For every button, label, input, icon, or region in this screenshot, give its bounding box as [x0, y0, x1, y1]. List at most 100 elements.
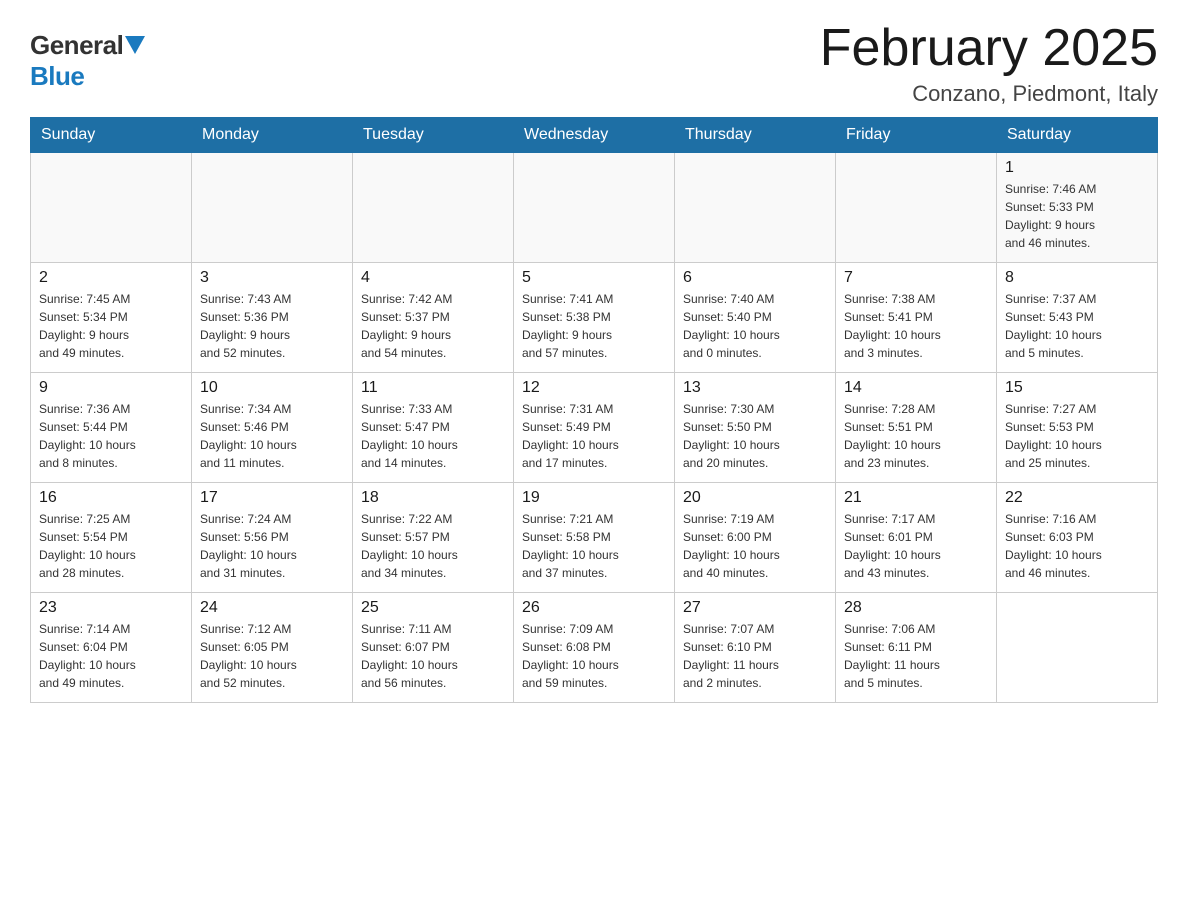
weekday-header-row: SundayMondayTuesdayWednesdayThursdayFrid…	[31, 118, 1158, 153]
cell-content: 25Sunrise: 7:11 AM Sunset: 6:07 PM Dayli…	[361, 599, 505, 692]
day-cell: 12Sunrise: 7:31 AM Sunset: 5:49 PM Dayli…	[514, 373, 675, 483]
day-info: Sunrise: 7:14 AM Sunset: 6:04 PM Dayligh…	[39, 620, 183, 692]
day-number: 1	[1005, 159, 1149, 177]
day-info: Sunrise: 7:36 AM Sunset: 5:44 PM Dayligh…	[39, 400, 183, 472]
weekday-header-friday: Friday	[836, 118, 997, 153]
cell-content: 28Sunrise: 7:06 AM Sunset: 6:11 PM Dayli…	[844, 599, 988, 692]
day-number: 10	[200, 379, 344, 397]
day-number: 20	[683, 489, 827, 507]
day-cell: 3 Sunrise: 7:43 AM Sunset: 5:36 PM Daylig…	[192, 263, 353, 373]
day-info: Sunrise: 7:12 AM Sunset: 6:05 PM Dayligh…	[200, 620, 344, 692]
day-info: Sunrise: 7:45 AM Sunset: 5:34 PM Dayligh…	[39, 290, 183, 362]
cell-content: 9 Sunrise: 7:36 AM Sunset: 5:44 PM Daylig…	[39, 379, 183, 472]
day-cell: 1 Sunrise: 7:46 AM Sunset: 5:33 PM Daylig…	[997, 153, 1158, 263]
day-cell	[836, 153, 997, 263]
day-info: Sunrise: 7:34 AM Sunset: 5:46 PM Dayligh…	[200, 400, 344, 472]
weekday-header-monday: Monday	[192, 118, 353, 153]
cell-content: 10 Sunrise: 7:34 AM Sunset: 5:46 PM Dayli…	[200, 379, 344, 472]
day-number: 24	[200, 599, 344, 617]
day-info: Sunrise: 7:38 AM Sunset: 5:41 PM Dayligh…	[844, 290, 988, 362]
logo-general-text: General	[30, 30, 123, 61]
day-cell: 4Sunrise: 7:42 AM Sunset: 5:37 PM Daylig…	[353, 263, 514, 373]
day-number: 18	[361, 489, 505, 507]
day-cell: 23 Sunrise: 7:14 AM Sunset: 6:04 PM Dayli…	[31, 593, 192, 703]
day-cell: 18Sunrise: 7:22 AM Sunset: 5:57 PM Dayli…	[353, 483, 514, 593]
cell-content: 26 Sunrise: 7:09 AM Sunset: 6:08 PM Dayli…	[522, 599, 666, 692]
day-number: 8	[1005, 269, 1149, 287]
weekday-header-thursday: Thursday	[675, 118, 836, 153]
day-info: Sunrise: 7:07 AM Sunset: 6:10 PM Dayligh…	[683, 620, 827, 692]
month-title: February 2025	[820, 20, 1158, 77]
day-cell: 19Sunrise: 7:21 AM Sunset: 5:58 PM Dayli…	[514, 483, 675, 593]
day-cell: 2 Sunrise: 7:45 AM Sunset: 5:34 PM Daylig…	[31, 263, 192, 373]
day-cell	[353, 153, 514, 263]
day-number: 17	[200, 489, 344, 507]
day-number: 3	[200, 269, 344, 287]
day-number: 6	[683, 269, 827, 287]
day-info: Sunrise: 7:16 AM Sunset: 6:03 PM Dayligh…	[1005, 510, 1149, 582]
cell-content: 12Sunrise: 7:31 AM Sunset: 5:49 PM Dayli…	[522, 379, 666, 472]
cell-content: 22 Sunrise: 7:16 AM Sunset: 6:03 PM Dayli…	[1005, 489, 1149, 582]
day-cell	[31, 153, 192, 263]
week-row-1: 1 Sunrise: 7:46 AM Sunset: 5:33 PM Daylig…	[31, 153, 1158, 263]
day-number: 11	[361, 379, 505, 397]
day-cell: 13 Sunrise: 7:30 AM Sunset: 5:50 PM Dayli…	[675, 373, 836, 483]
day-info: Sunrise: 7:43 AM Sunset: 5:36 PM Dayligh…	[200, 290, 344, 362]
day-cell: 25Sunrise: 7:11 AM Sunset: 6:07 PM Dayli…	[353, 593, 514, 703]
cell-content: 27Sunrise: 7:07 AM Sunset: 6:10 PM Dayli…	[683, 599, 827, 692]
day-cell	[675, 153, 836, 263]
day-cell: 27Sunrise: 7:07 AM Sunset: 6:10 PM Dayli…	[675, 593, 836, 703]
day-cell	[192, 153, 353, 263]
day-number: 9	[39, 379, 183, 397]
day-info: Sunrise: 7:46 AM Sunset: 5:33 PM Dayligh…	[1005, 180, 1149, 252]
weekday-header-wednesday: Wednesday	[514, 118, 675, 153]
cell-content: 21Sunrise: 7:17 AM Sunset: 6:01 PM Dayli…	[844, 489, 988, 582]
logo-blue-text: Blue	[30, 61, 84, 92]
day-cell	[514, 153, 675, 263]
week-row-5: 23 Sunrise: 7:14 AM Sunset: 6:04 PM Dayli…	[31, 593, 1158, 703]
day-cell: 22 Sunrise: 7:16 AM Sunset: 6:03 PM Dayli…	[997, 483, 1158, 593]
day-info: Sunrise: 7:37 AM Sunset: 5:43 PM Dayligh…	[1005, 290, 1149, 362]
day-number: 26	[522, 599, 666, 617]
day-number: 7	[844, 269, 988, 287]
page-header: General Blue February 2025 Conzano, Pied…	[30, 20, 1158, 107]
day-info: Sunrise: 7:30 AM Sunset: 5:50 PM Dayligh…	[683, 400, 827, 472]
day-number: 14	[844, 379, 988, 397]
day-cell: 11 Sunrise: 7:33 AM Sunset: 5:47 PM Dayli…	[353, 373, 514, 483]
week-row-3: 9 Sunrise: 7:36 AM Sunset: 5:44 PM Daylig…	[31, 373, 1158, 483]
day-cell: 15Sunrise: 7:27 AM Sunset: 5:53 PM Dayli…	[997, 373, 1158, 483]
day-cell	[997, 593, 1158, 703]
day-cell: 24 Sunrise: 7:12 AM Sunset: 6:05 PM Dayli…	[192, 593, 353, 703]
day-info: Sunrise: 7:40 AM Sunset: 5:40 PM Dayligh…	[683, 290, 827, 362]
day-number: 5	[522, 269, 666, 287]
day-number: 25	[361, 599, 505, 617]
day-cell: 8 Sunrise: 7:37 AM Sunset: 5:43 PM Daylig…	[997, 263, 1158, 373]
day-cell: 20 Sunrise: 7:19 AM Sunset: 6:00 PM Dayli…	[675, 483, 836, 593]
day-number: 23	[39, 599, 183, 617]
day-cell: 9 Sunrise: 7:36 AM Sunset: 5:44 PM Daylig…	[31, 373, 192, 483]
day-cell: 16Sunrise: 7:25 AM Sunset: 5:54 PM Dayli…	[31, 483, 192, 593]
day-number: 22	[1005, 489, 1149, 507]
day-info: Sunrise: 7:09 AM Sunset: 6:08 PM Dayligh…	[522, 620, 666, 692]
day-info: Sunrise: 7:06 AM Sunset: 6:11 PM Dayligh…	[844, 620, 988, 692]
location-text: Conzano, Piedmont, Italy	[820, 81, 1158, 107]
cell-content: 23 Sunrise: 7:14 AM Sunset: 6:04 PM Dayli…	[39, 599, 183, 692]
weekday-header-sunday: Sunday	[31, 118, 192, 153]
cell-content: 5 Sunrise: 7:41 AM Sunset: 5:38 PM Daylig…	[522, 269, 666, 362]
day-number: 2	[39, 269, 183, 287]
week-row-4: 16Sunrise: 7:25 AM Sunset: 5:54 PM Dayli…	[31, 483, 1158, 593]
cell-content: 4Sunrise: 7:42 AM Sunset: 5:37 PM Daylig…	[361, 269, 505, 362]
day-cell: 21Sunrise: 7:17 AM Sunset: 6:01 PM Dayli…	[836, 483, 997, 593]
day-info: Sunrise: 7:33 AM Sunset: 5:47 PM Dayligh…	[361, 400, 505, 472]
day-info: Sunrise: 7:19 AM Sunset: 6:00 PM Dayligh…	[683, 510, 827, 582]
weekday-header-tuesday: Tuesday	[353, 118, 514, 153]
logo: General Blue	[30, 20, 145, 92]
cell-content: 11 Sunrise: 7:33 AM Sunset: 5:47 PM Dayli…	[361, 379, 505, 472]
day-cell: 6 Sunrise: 7:40 AM Sunset: 5:40 PM Daylig…	[675, 263, 836, 373]
day-number: 13	[683, 379, 827, 397]
day-cell: 7 Sunrise: 7:38 AM Sunset: 5:41 PM Daylig…	[836, 263, 997, 373]
logo-triangle-icon	[125, 36, 145, 54]
week-row-2: 2 Sunrise: 7:45 AM Sunset: 5:34 PM Daylig…	[31, 263, 1158, 373]
day-info: Sunrise: 7:41 AM Sunset: 5:38 PM Dayligh…	[522, 290, 666, 362]
day-info: Sunrise: 7:27 AM Sunset: 5:53 PM Dayligh…	[1005, 400, 1149, 472]
